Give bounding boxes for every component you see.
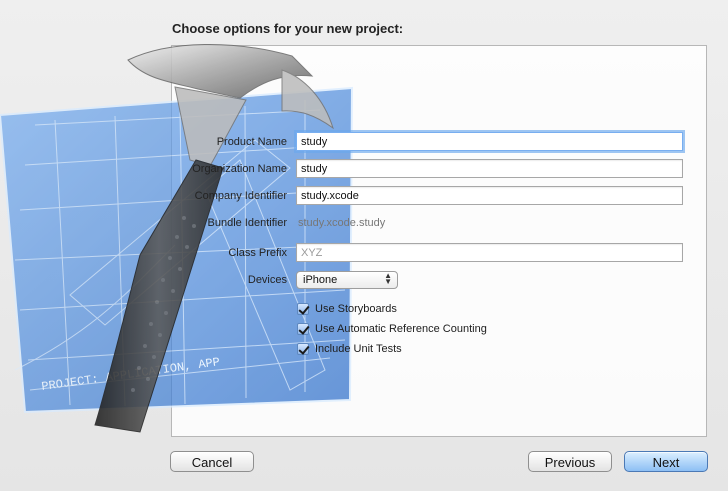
company-identifier-input[interactable] <box>296 186 683 205</box>
dialog-title: Choose options for your new project: <box>172 21 404 36</box>
previous-button[interactable]: Previous <box>528 451 612 472</box>
product-name-label: Product Name <box>216 136 287 148</box>
company-identifier-label: Company Identifier <box>194 190 287 202</box>
updown-chevron-icon: ▲ ▼ <box>384 271 392 286</box>
next-button[interactable]: Next <box>624 451 708 472</box>
options-panel <box>171 45 707 437</box>
organization-name-input[interactable] <box>296 159 683 178</box>
checkmark-icon[interactable] <box>297 343 309 355</box>
use-storyboards-checkbox-row[interactable]: Use Storyboards <box>297 301 397 317</box>
use-arc-checkbox-row[interactable]: Use Automatic Reference Counting <box>297 321 487 337</box>
devices-popup[interactable]: iPhone ▲ ▼ <box>296 271 398 289</box>
bundle-identifier-label: Bundle Identifier <box>207 217 288 229</box>
include-unit-tests-label: Include Unit Tests <box>315 343 402 355</box>
cancel-button[interactable]: Cancel <box>170 451 254 472</box>
checkmark-icon[interactable] <box>297 323 309 335</box>
organization-name-label: Organization Name <box>192 163 287 175</box>
product-name-input[interactable] <box>296 132 683 151</box>
devices-label: Devices <box>247 274 287 286</box>
devices-popup-value: iPhone <box>303 274 338 286</box>
class-prefix-input[interactable] <box>296 243 683 262</box>
use-arc-label: Use Automatic Reference Counting <box>315 323 487 335</box>
use-storyboards-label: Use Storyboards <box>315 303 397 315</box>
checkmark-icon[interactable] <box>297 303 309 315</box>
new-project-options-dialog: Choose options for your new project: PRO… <box>0 0 728 491</box>
include-unit-tests-checkbox-row[interactable]: Include Unit Tests <box>297 341 402 357</box>
class-prefix-label: Class Prefix <box>228 247 287 259</box>
bundle-identifier-value: study.xcode.study <box>298 217 386 229</box>
